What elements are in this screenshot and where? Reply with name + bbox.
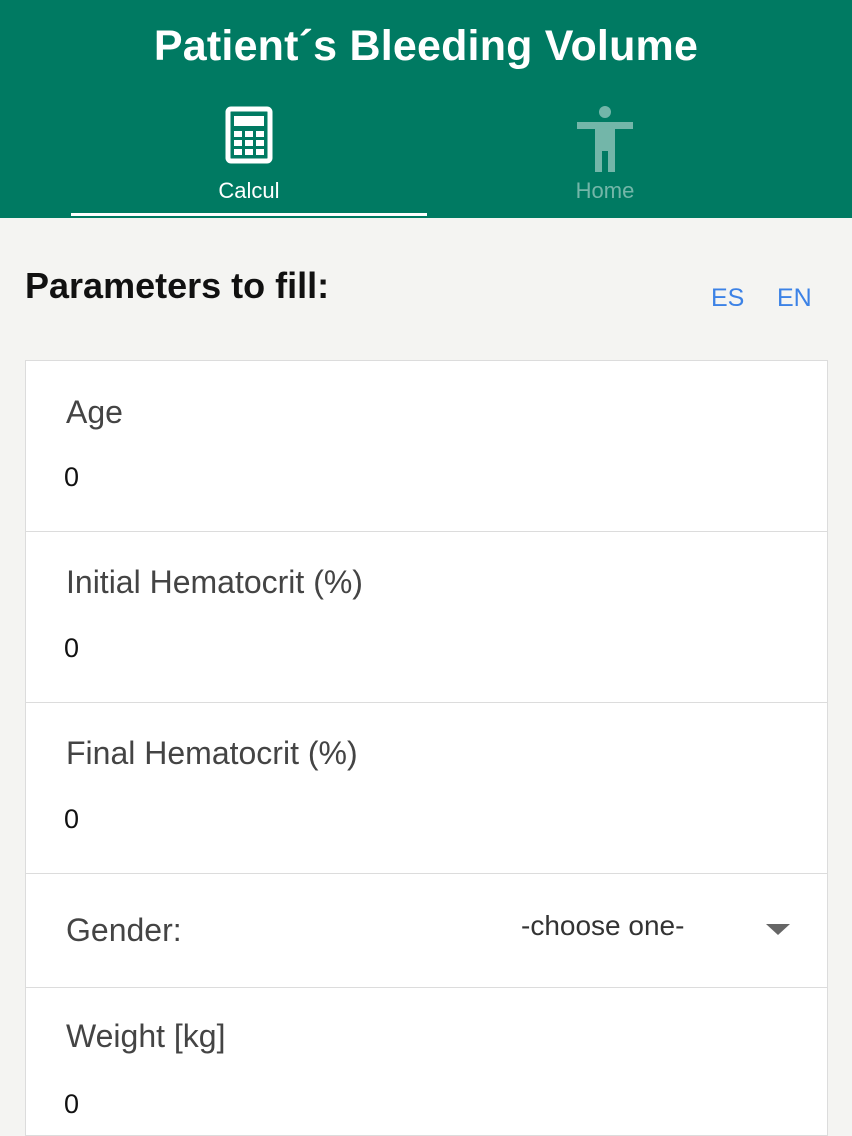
final-hematocrit-field-card: Final Hematocrit (%) [25,702,828,874]
gender-select[interactable]: -choose one- [521,910,684,942]
tab-home[interactable]: Home [427,100,783,218]
app-title: Patient´s Bleeding Volume [153,22,699,70]
language-es-link[interactable]: ES [711,284,744,313]
initial-hematocrit-field-card: Initial Hematocrit (%) [25,531,828,703]
tab-calcul[interactable]: Calcul [71,100,427,218]
dropdown-arrow-icon[interactable] [766,924,790,935]
calculator-icon [225,106,273,164]
tab-calcul-label: Calcul [218,178,280,203]
initial-hematocrit-label: Initial Hematocrit (%) [66,564,363,600]
weight-field-card: Weight [kg] [25,987,828,1136]
initial-hematocrit-input[interactable] [64,628,784,668]
gender-field-card: Gender: -choose one- [25,873,828,988]
age-field-card: Age [25,360,828,532]
weight-input[interactable] [64,1084,784,1124]
person-icon [577,106,633,172]
gender-label: Gender: [66,912,182,948]
age-input[interactable] [64,457,784,497]
active-tab-indicator [71,213,427,216]
language-en-link[interactable]: EN [777,284,812,313]
weight-label: Weight [kg] [66,1018,226,1054]
tab-home-label: Home [575,178,635,203]
final-hematocrit-input[interactable] [64,799,784,839]
age-label: Age [66,394,123,430]
final-hematocrit-label: Final Hematocrit (%) [66,735,358,771]
section-heading: Parameters to fill: [25,265,330,306]
app-header: Patient´s Bleeding Volume Calcul Home [0,0,852,218]
